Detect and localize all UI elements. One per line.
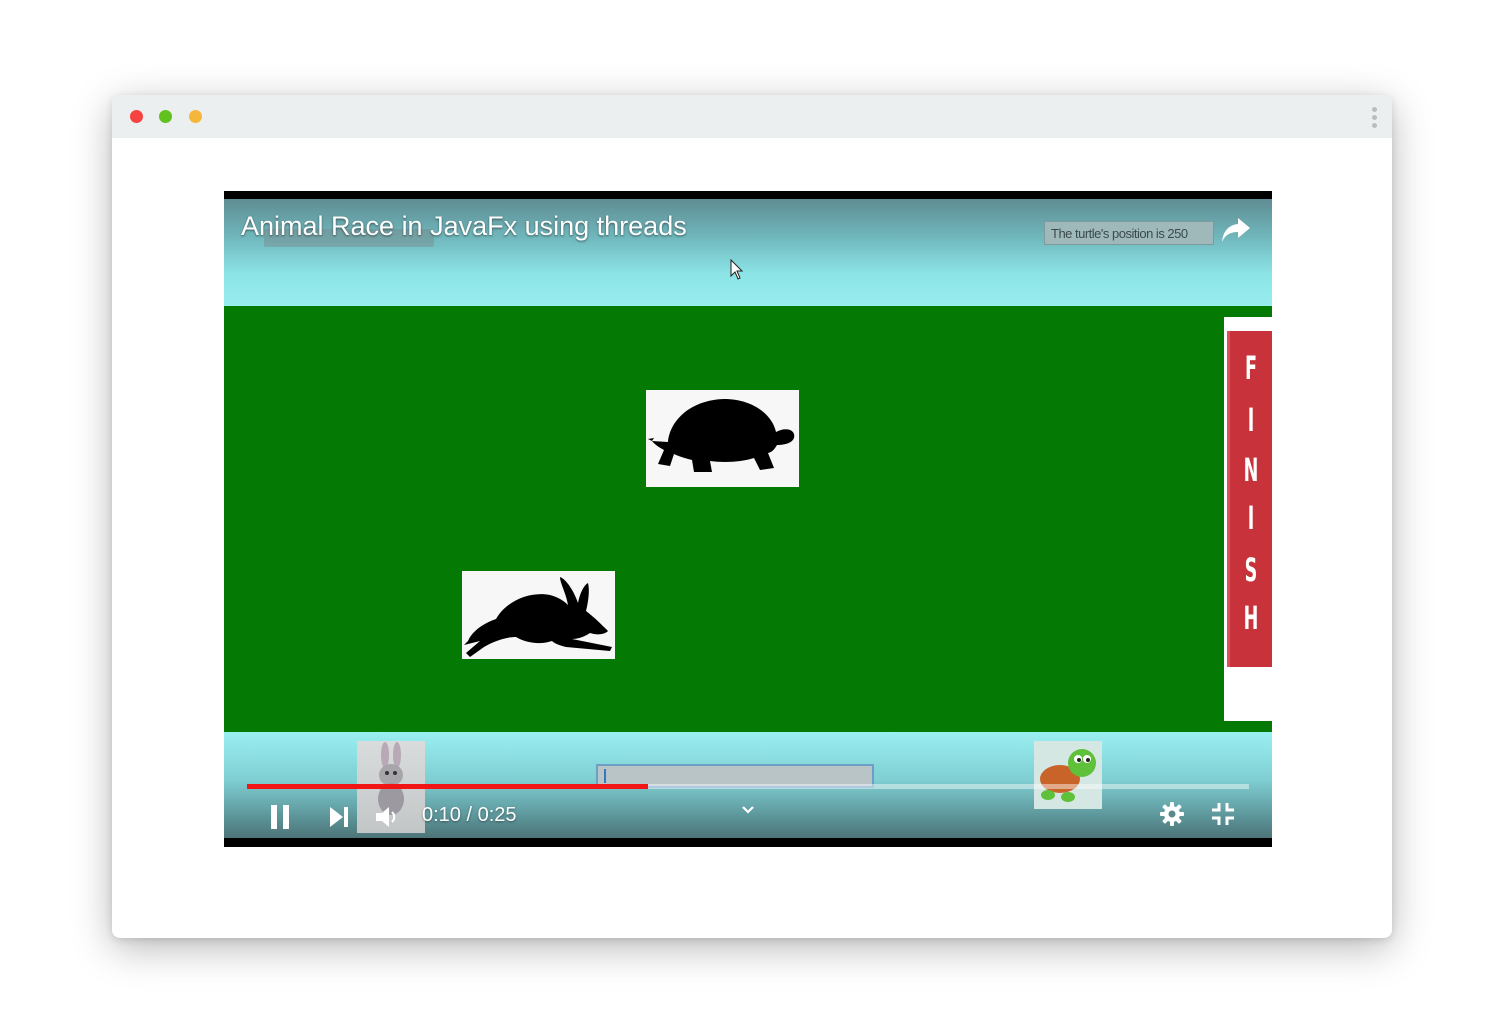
finish-letter: N [1243, 451, 1259, 489]
player-letterbox [224, 838, 1272, 847]
share-arrow-icon[interactable] [1220, 215, 1252, 245]
seek-bar[interactable] [247, 784, 1249, 789]
close-window-button[interactable] [130, 110, 143, 123]
video-player[interactable]: Animal Race in JavaFx using threads The … [224, 191, 1272, 847]
turtle-silhouette-icon [648, 399, 795, 472]
finish-letter: F [1244, 349, 1258, 387]
maximize-window-button[interactable] [189, 110, 202, 123]
finish-letter: H [1243, 599, 1259, 637]
turtle-thumbnail [1034, 741, 1102, 809]
seek-bar-played [247, 784, 648, 789]
turtle-sprite [646, 390, 799, 487]
rabbit-silhouette-icon [464, 577, 612, 657]
finish-letter: I [1247, 499, 1255, 537]
window-titlebar [112, 95, 1392, 138]
finish-banner: F I N I S H [1227, 331, 1272, 667]
finish-letter: I [1247, 401, 1255, 439]
more-options-icon[interactable] [1372, 107, 1378, 129]
mouse-cursor-icon [730, 259, 744, 280]
race-field [224, 306, 1272, 732]
pause-icon[interactable] [268, 803, 292, 831]
video-title[interactable]: Animal Race in JavaFx using threads [241, 211, 687, 242]
chevron-down-icon[interactable] [741, 805, 755, 815]
minimize-window-button[interactable] [159, 110, 172, 123]
exit-fullscreen-icon[interactable] [1210, 801, 1236, 827]
time-readout: 0:10 / 0:25 [422, 804, 517, 826]
finish-letter: S [1244, 551, 1258, 589]
browser-window: Animal Race in JavaFx using threads The … [112, 95, 1392, 938]
skip-next-icon[interactable] [328, 804, 350, 830]
rabbit-sprite [462, 571, 615, 659]
volume-icon[interactable] [374, 804, 398, 830]
gear-icon[interactable] [1159, 801, 1185, 827]
turtle-position-field: The turtle's position is 250 [1044, 221, 1214, 245]
